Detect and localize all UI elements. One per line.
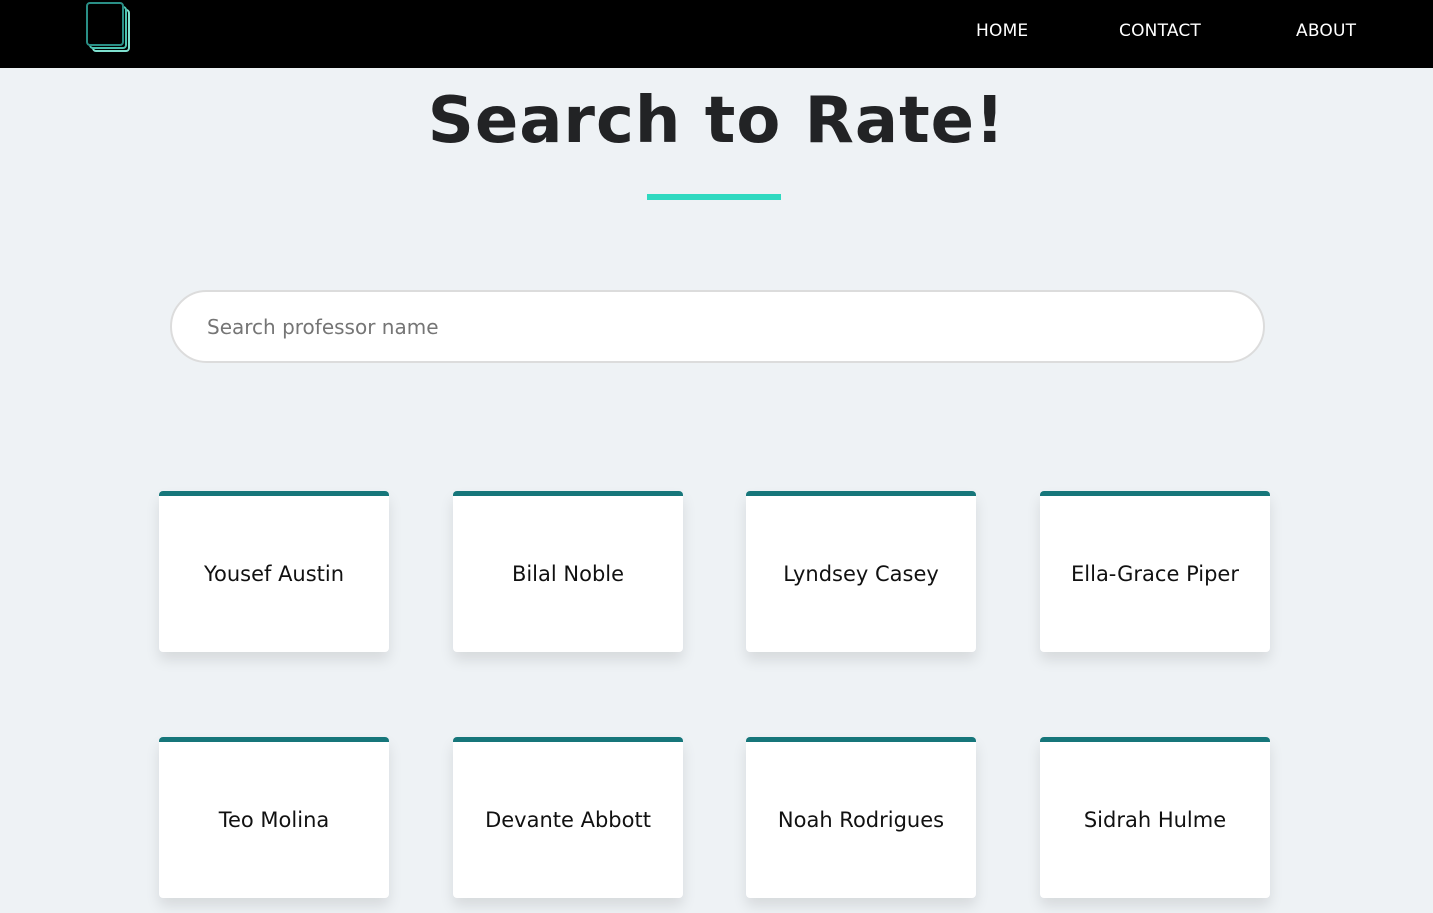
professor-name: Noah Rodrigues	[777, 808, 945, 832]
professor-card[interactable]: Bilal Noble	[453, 491, 683, 652]
professor-card[interactable]: Yousef Austin	[159, 491, 389, 652]
nav-link-contact[interactable]: CONTACT	[1119, 20, 1201, 42]
professor-card[interactable]: Sidrah Hulme	[1040, 737, 1270, 898]
nav-link-about[interactable]: ABOUT	[1296, 20, 1356, 42]
professor-card[interactable]: Devante Abbott	[453, 737, 683, 898]
professor-name: Teo Molina	[218, 808, 330, 832]
professor-name: Ella-Grace Piper	[1071, 562, 1239, 586]
professor-name: Lyndsey Casey	[783, 562, 939, 586]
professor-name: Sidrah Hulme	[1083, 808, 1227, 832]
navbar: HOME CONTACT ABOUT	[0, 0, 1433, 68]
professor-name: Yousef Austin	[203, 562, 345, 586]
professor-search-input[interactable]	[170, 290, 1265, 363]
professor-name: Bilal Noble	[511, 562, 625, 586]
professor-card[interactable]: Lyndsey Casey	[746, 491, 976, 652]
professor-card[interactable]: Ella-Grace Piper	[1040, 491, 1270, 652]
page-title: Search to Rate!	[427, 84, 1006, 158]
professor-card[interactable]: Noah Rodrigues	[746, 737, 976, 898]
document-stack-icon[interactable]	[86, 1, 132, 53]
professor-name: Devante Abbott	[485, 808, 651, 832]
title-underline	[647, 194, 781, 200]
professor-card[interactable]: Teo Molina	[159, 737, 389, 898]
nav-link-home[interactable]: HOME	[976, 20, 1028, 42]
